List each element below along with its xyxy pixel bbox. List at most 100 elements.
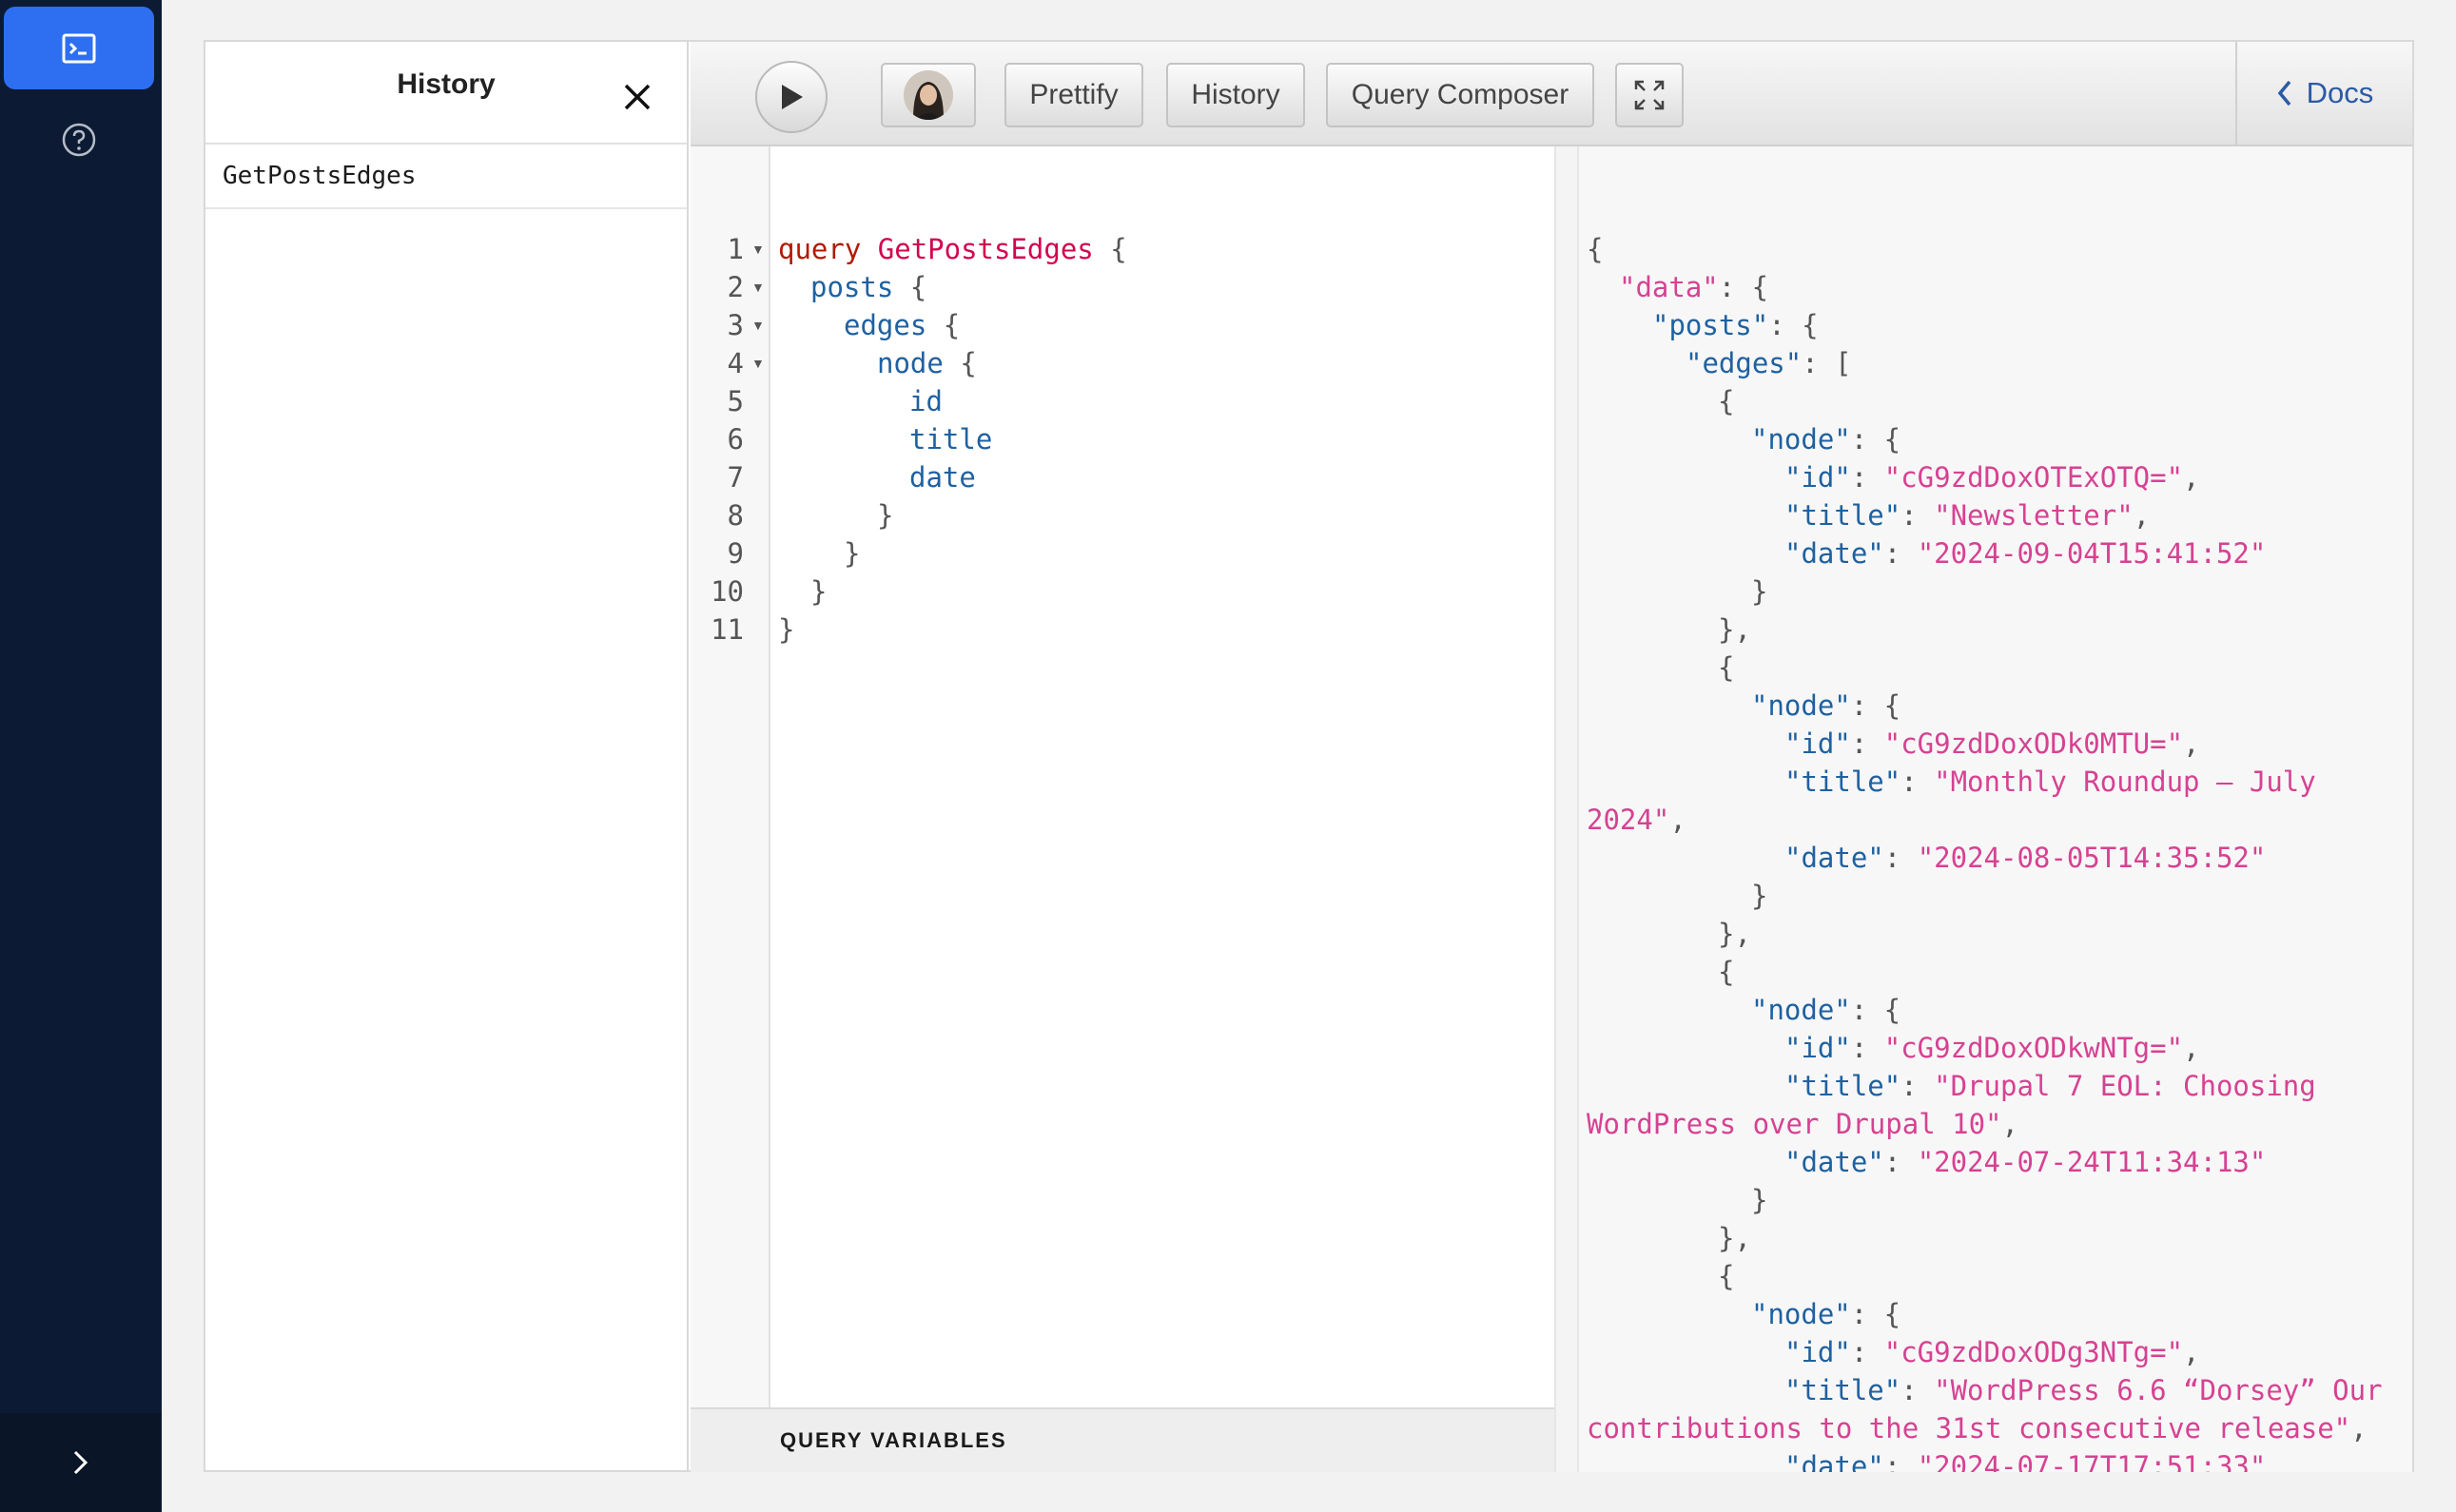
json-value: "2024-08-05T14:35:52" [1917, 842, 2267, 874]
json-line: contributions to the 31st consecutive re… [1587, 1412, 2368, 1444]
json-line: "id": "cG9zdDoxOTExOTQ=", [1784, 461, 2200, 494]
result-viewer: ▼ ▼ ▼ ▼ ▼ ▼ { "data": { "posts": { "edge… [1579, 146, 2412, 1472]
json-line: "id": "cG9zdDoxODg3NTg=", [1784, 1336, 2200, 1368]
toolbar: Prettify History Query Composer Docs [691, 42, 2412, 146]
code-line: id [909, 382, 943, 420]
code-token: date [909, 461, 976, 494]
code-token: query [778, 233, 862, 265]
json-value: contributions to the 31st consecutive re… [1587, 1412, 2351, 1444]
json-value: "Drupal 7 EOL: Choosing [1934, 1070, 2316, 1102]
docs-label: Docs [2306, 76, 2374, 109]
json-value: "Newsletter" [1934, 499, 2134, 532]
json-line: "title": "Drupal 7 EOL: Choosing [1784, 1070, 2316, 1102]
chevron-right-icon [73, 1450, 88, 1475]
json-value: "Monthly Roundup – July [1934, 766, 2316, 798]
json-line: } [1751, 1184, 1768, 1216]
json-key: "date" [1784, 1450, 1884, 1472]
json-line: { [1718, 385, 1735, 417]
code-line: } [778, 613, 795, 646]
play-icon [782, 85, 803, 109]
fold-arrow-icon[interactable]: ▼ [751, 344, 765, 382]
code-line: query GetPostsEdges { [778, 233, 1127, 265]
code-token: node [877, 347, 944, 379]
json-line: { [1718, 956, 1735, 988]
line-number: 8 [727, 499, 744, 532]
execute-query-button[interactable] [755, 61, 828, 133]
line-number: 6 [727, 423, 744, 456]
json-value: "cG9zdDoxOTExOTQ=" [1883, 461, 2184, 494]
json-line: WordPress over Drupal 10", [1587, 1108, 2018, 1140]
pane-divider[interactable] [1554, 146, 1579, 1472]
json-key: "title" [1784, 1070, 1901, 1102]
json-key: "date" [1784, 537, 1884, 570]
code-line: } [877, 499, 894, 532]
code-line: date [909, 458, 976, 496]
json-key: "title" [1784, 1374, 1901, 1406]
json-key: "edges" [1686, 347, 1803, 379]
json-key: "id" [1784, 1032, 1851, 1064]
json-key: "id" [1784, 1336, 1851, 1368]
line-number: 10 [711, 575, 744, 608]
fullscreen-button[interactable] [1615, 63, 1684, 127]
code-token: edges [844, 309, 927, 341]
json-line: "date": "2024-08-05T14:35:52" [1784, 842, 2267, 874]
query-variables-toggle[interactable]: QUERY VARIABLES [691, 1407, 1554, 1472]
json-key: "title" [1784, 766, 1901, 798]
json-line: }, [1718, 918, 1751, 950]
json-line: "date": "2024-07-24T11:34:13" [1784, 1146, 2267, 1178]
json-line: { [1718, 651, 1735, 684]
expand-sidebar-button[interactable] [0, 1413, 162, 1512]
fold-arrow-icon[interactable]: ▼ [751, 230, 765, 268]
json-line: "title": "WordPress 6.6 “Dorsey” Our [1784, 1374, 2383, 1406]
json-key: "data" [1619, 271, 1719, 303]
fold-arrow-icon[interactable]: ▼ [751, 306, 765, 344]
code-token: title [909, 423, 993, 456]
docs-toggle[interactable]: Docs [2235, 42, 2412, 145]
graphiql-main: Prettify History Query Composer Docs 1 2 [205, 42, 2412, 1472]
query-composer-button[interactable]: Query Composer [1326, 63, 1594, 127]
json-line: "title": "Newsletter", [1784, 499, 2151, 532]
json-line: } [1751, 880, 1768, 912]
json-key: "node" [1751, 1298, 1851, 1330]
prettify-button[interactable]: Prettify [1004, 63, 1143, 127]
json-line: "node": { [1751, 689, 1901, 722]
help-button[interactable] [4, 107, 154, 173]
user-switch-button[interactable] [881, 63, 976, 127]
code-area[interactable]: query GetPostsEdges { posts { edges { no… [770, 146, 1554, 1407]
json-line: "node": { [1751, 1298, 1901, 1330]
json-line: "date": "2024-09-04T15:41:52" [1784, 537, 2267, 570]
json-line: "title": "Monthly Roundup – July [1784, 766, 2316, 798]
graphiql-ide-button[interactable] [4, 7, 154, 89]
json-value: "2024-09-04T15:41:52" [1917, 537, 2267, 570]
json-key: "date" [1784, 842, 1884, 874]
json-value: "2024-07-17T17:51:33" [1917, 1450, 2267, 1472]
json-value: "cG9zdDoxODkwNTg=" [1883, 1032, 2184, 1064]
code-line: posts { [810, 271, 927, 303]
fold-arrow-icon[interactable]: ▼ [751, 268, 765, 306]
code-line: node { [877, 347, 977, 379]
json-key: "date" [1784, 1146, 1884, 1178]
json-key: "title" [1784, 499, 1901, 532]
json-line: { [1718, 1260, 1735, 1292]
line-number: 3 [727, 309, 744, 341]
json-line: { [1587, 233, 1604, 265]
json-line: "edges": [ [1686, 347, 1852, 379]
app-sidebar [0, 0, 162, 1512]
avatar [904, 70, 953, 120]
fullscreen-icon [1634, 80, 1665, 110]
json-key: "node" [1751, 994, 1851, 1026]
json-value: 2024" [1587, 804, 1670, 836]
json-line: "node": { [1751, 423, 1901, 456]
line-number-gutter: 1 2 3 4 5 6 7 8 9 10 11 ▼ ▼ ▼ ▼ [691, 146, 770, 1407]
json-line: "id": "cG9zdDoxODk0MTU=", [1784, 727, 2200, 760]
help-icon [62, 123, 96, 157]
code-line: } [844, 537, 861, 570]
json-line: "posts": { [1652, 309, 1819, 341]
query-editor[interactable]: 1 2 3 4 5 6 7 8 9 10 11 ▼ ▼ ▼ ▼ query Ge… [691, 146, 1554, 1472]
code-line: } [810, 575, 828, 608]
line-number: 9 [727, 537, 744, 570]
json-value: "cG9zdDoxODk0MTU=" [1883, 727, 2184, 760]
json-key: "id" [1784, 727, 1851, 760]
code-token: posts [810, 271, 894, 303]
history-button[interactable]: History [1166, 63, 1305, 127]
